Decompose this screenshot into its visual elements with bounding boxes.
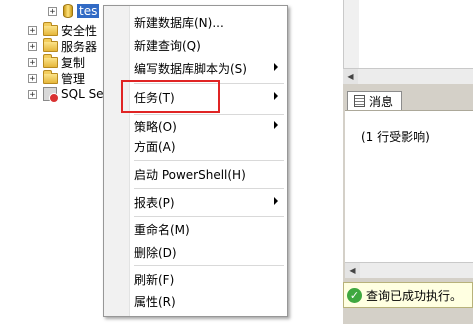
menu-item-script-database-as[interactable]: 编写数据库脚本为(S)	[134, 57, 284, 79]
tree-node-label: 服务器	[61, 39, 98, 54]
menu-separator	[134, 216, 284, 217]
editor-area	[360, 0, 473, 68]
menu-item-facets[interactable]: 方面(A)	[134, 135, 284, 157]
context-menu: 新建数据库(N)... 新建查询(Q) 编写数据库脚本为(S) 任务(T) 策略…	[103, 5, 288, 317]
menu-item-label: 方面(A)	[134, 139, 176, 154]
expand-icon[interactable]: +	[28, 57, 37, 67]
scroll-left-icon[interactable]: ◀	[345, 263, 360, 278]
menu-item-label: 删除(D)	[134, 245, 177, 260]
success-check-icon: ✓	[347, 287, 362, 303]
submenu-arrow-icon	[274, 63, 278, 71]
menu-item-label: 编写数据库脚本为(S)	[134, 61, 247, 76]
scroll-left-icon[interactable]: ◀	[343, 69, 358, 84]
messages-icon	[354, 95, 365, 107]
horizontal-scrollbar[interactable]: ◀	[343, 68, 473, 84]
message-text: (1 行受影响)	[361, 130, 430, 144]
tree-node-label: 复制	[61, 55, 86, 70]
expand-icon[interactable]: +	[28, 89, 37, 99]
menu-separator	[134, 160, 284, 161]
submenu-arrow-icon	[274, 121, 278, 129]
menu-item-label: 任务(T)	[134, 90, 175, 105]
menu-item-properties[interactable]: 属性(R)	[134, 290, 284, 312]
menu-separator	[134, 83, 284, 84]
query-status-bar: ✓ 查询已成功执行。	[343, 282, 473, 308]
folder-icon	[43, 37, 58, 52]
menu-item-new-database[interactable]: 新建数据库(N)...	[134, 11, 284, 33]
menu-item-rename[interactable]: 重命名(M)	[134, 218, 284, 240]
menu-item-label: 刷新(F)	[134, 272, 175, 287]
tab-messages[interactable]: 消息	[347, 91, 403, 110]
folder-icon	[43, 21, 58, 36]
menu-item-tasks[interactable]: 任务(T)	[134, 86, 284, 108]
submenu-arrow-icon	[274, 197, 278, 205]
menu-item-new-query[interactable]: 新建查询(Q)	[134, 34, 284, 56]
folder-icon	[43, 69, 58, 84]
submenu-arrow-icon	[274, 92, 278, 100]
tree-node-management[interactable]: + 管理	[28, 69, 86, 86]
tree-node-security[interactable]: + 安全性	[28, 21, 98, 38]
folder-icon	[43, 53, 58, 68]
sql-agent-icon	[43, 87, 59, 103]
bottom-strip	[343, 308, 473, 324]
tab-label: 消息	[369, 94, 394, 109]
menu-separator	[134, 265, 284, 266]
tree-node-label: 安全性	[61, 23, 98, 38]
tree-node-label: 管理	[61, 71, 86, 86]
menu-item-delete[interactable]: 删除(D)	[134, 241, 284, 263]
ssms-window: + tes + 安全性 + 服务器 + 复制 + 管理 + SQL Se ◀ 消…	[0, 0, 473, 324]
menu-item-start-powershell[interactable]: 启动 PowerShell(H)	[134, 163, 284, 185]
menu-item-label: 策略(O)	[134, 119, 177, 134]
menu-item-refresh[interactable]: 刷新(F)	[134, 268, 284, 290]
menu-item-label: 重命名(M)	[134, 222, 190, 237]
tree-node-label: SQL Se	[61, 87, 104, 101]
menu-item-reports[interactable]: 报表(P)	[134, 191, 284, 213]
expand-icon[interactable]: +	[48, 6, 57, 16]
menu-item-label: 新建数据库(N)...	[134, 15, 224, 30]
menu-item-label: 新建查询(Q)	[134, 38, 201, 53]
results-tab-strip: 消息	[343, 88, 473, 110]
menu-separator	[134, 188, 284, 189]
tree-node-replication[interactable]: + 复制	[28, 53, 86, 70]
tree-node-sql-agent[interactable]: + SQL Se	[28, 86, 104, 103]
expand-icon[interactable]: +	[28, 73, 37, 83]
status-text: 查询已成功执行。	[366, 288, 463, 303]
menu-item-label: 属性(R)	[134, 294, 176, 309]
menu-item-label: 启动 PowerShell(H)	[134, 167, 246, 182]
expand-icon[interactable]: +	[28, 41, 37, 51]
tree-node-database[interactable]: + tes	[48, 3, 100, 19]
tree-node-server-objects[interactable]: + 服务器	[28, 37, 98, 54]
results-horizontal-scrollbar[interactable]: ◀	[345, 262, 473, 278]
tree-node-label: tes	[77, 4, 100, 18]
expand-icon[interactable]: +	[28, 25, 37, 35]
menu-icon-gutter	[104, 6, 130, 316]
menu-item-policies[interactable]: 策略(O)	[134, 115, 284, 137]
database-icon	[63, 4, 73, 18]
menu-item-label: 报表(P)	[134, 195, 175, 210]
